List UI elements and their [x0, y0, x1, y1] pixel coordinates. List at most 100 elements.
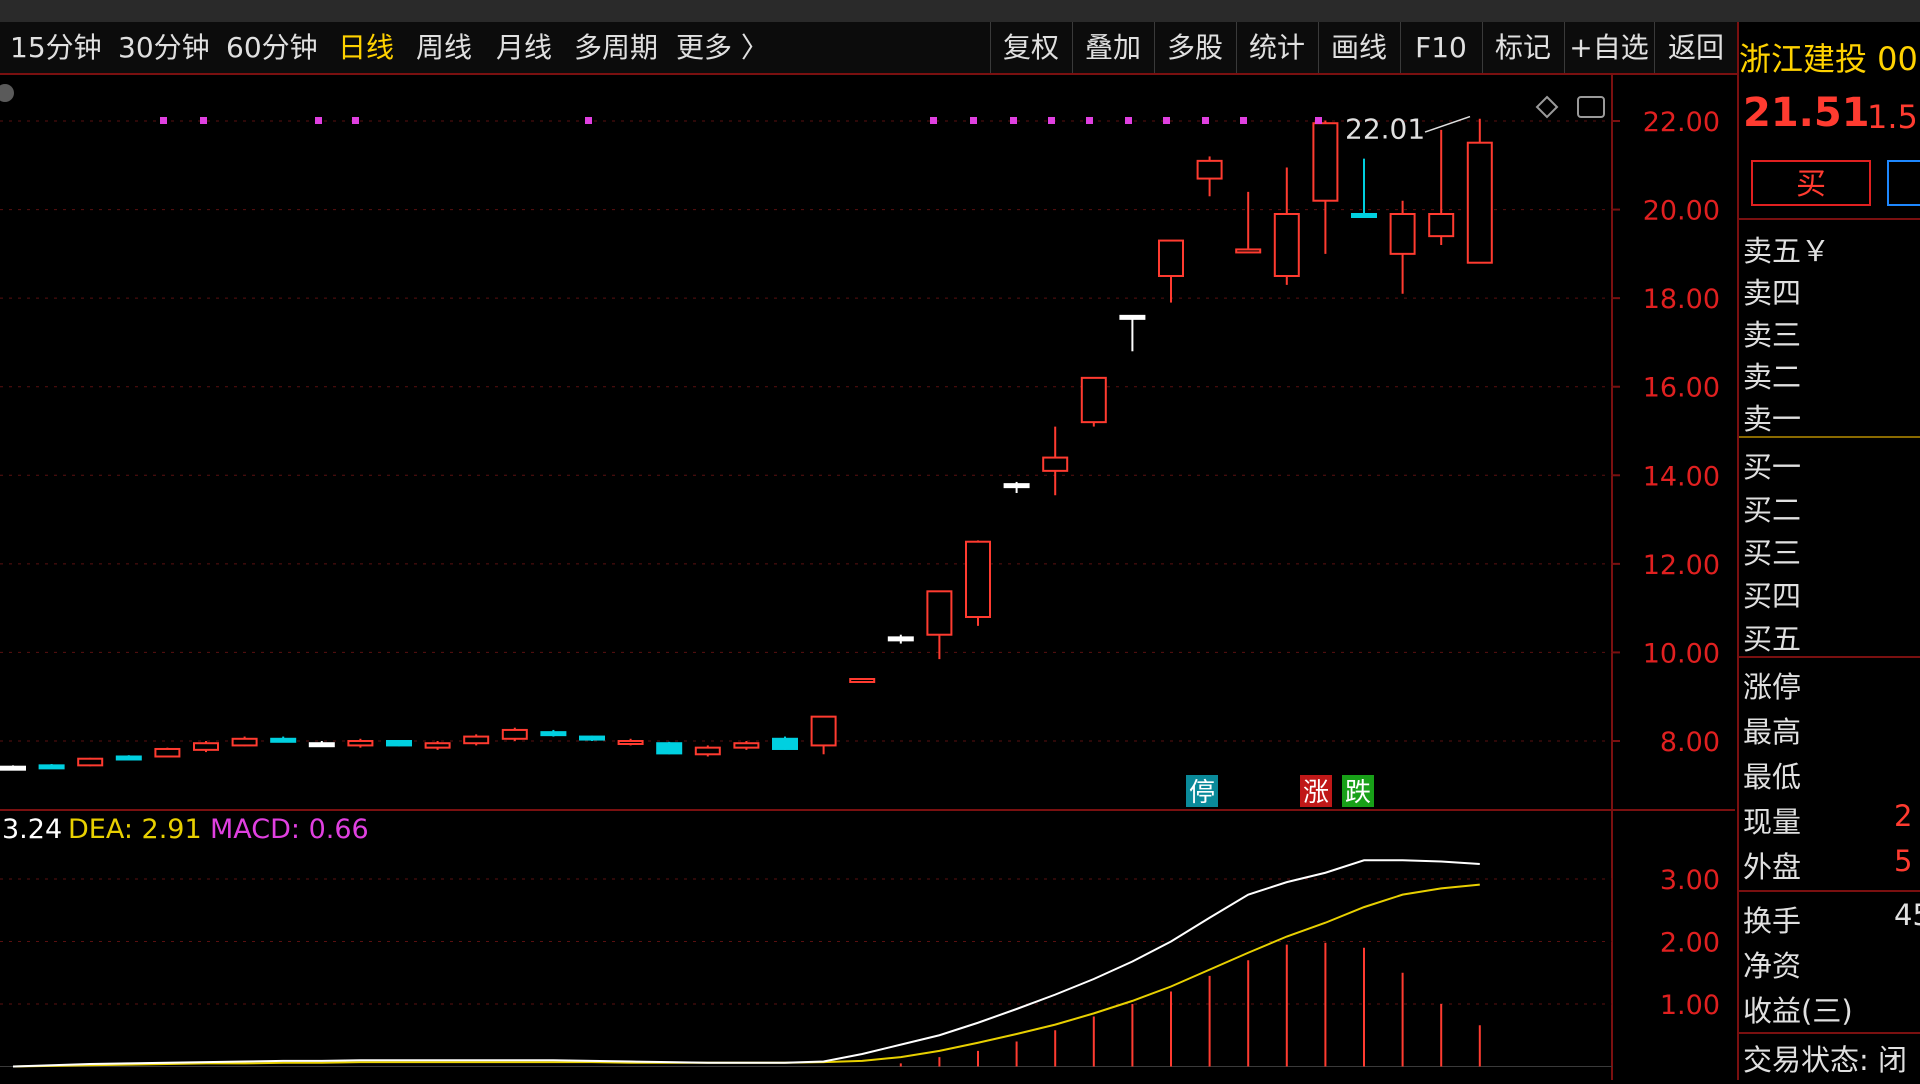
buy-level-4: 买四 [1743, 579, 1802, 613]
candle-body[interactable] [1312, 122, 1339, 202]
candle-body[interactable] [424, 742, 451, 749]
candle-body[interactable] [270, 737, 297, 743]
signal-dot [315, 117, 322, 124]
tab-4[interactable]: 周线 [416, 22, 472, 73]
signal-dot [160, 117, 167, 124]
candle-body[interactable] [463, 735, 490, 745]
candle-body[interactable] [1158, 239, 1184, 277]
sell-button[interactable] [1887, 160, 1920, 206]
divider [1739, 656, 1920, 658]
candle-body[interactable] [154, 747, 181, 758]
candle-body[interactable] [579, 735, 605, 741]
candle-body[interactable] [501, 728, 528, 740]
candle-body[interactable] [656, 742, 683, 755]
stop-marker: 停 [1189, 778, 1215, 808]
buy-button[interactable]: 买 [1751, 160, 1871, 206]
tool-button-4[interactable]: 画线 [1318, 22, 1399, 73]
candle-body[interactable] [849, 678, 876, 683]
tab-5[interactable]: 月线 [496, 22, 552, 73]
stat-row-4: 外盘 [1743, 850, 1802, 884]
candle-body[interactable] [540, 731, 567, 737]
candle-body[interactable] [1428, 213, 1455, 238]
dif-line [12, 859, 1480, 1068]
buy-level-3: 买三 [1743, 536, 1802, 570]
macd-label: MACD: 0.66 [210, 814, 369, 845]
candle-body[interactable] [694, 746, 721, 756]
signal-dot [1048, 117, 1055, 124]
tool-button-8[interactable]: 返回 [1654, 22, 1737, 73]
tab-1[interactable]: 30分钟 [118, 22, 210, 73]
candle-body[interactable] [1235, 248, 1262, 254]
tab-6[interactable]: 多周期 [574, 22, 658, 73]
candle-body[interactable] [1042, 456, 1069, 472]
max-price-arrow [1424, 115, 1471, 133]
sell-level-2: 卖二 [1743, 360, 1802, 394]
panel-toggle-icon[interactable] [1577, 96, 1605, 118]
tool-button-6[interactable]: 标记 [1482, 22, 1563, 73]
stat-row-2: 最低 [1743, 760, 1802, 794]
macd-tick-label: 3.00 [1660, 865, 1720, 896]
candle-body[interactable] [1351, 213, 1377, 218]
candle-body[interactable] [1196, 159, 1223, 180]
bid-ask-divider [1739, 436, 1920, 438]
candle-body[interactable] [386, 740, 412, 747]
signal-dot [1240, 117, 1247, 124]
candle-body[interactable] [1119, 314, 1146, 320]
signal-dot [930, 117, 937, 124]
candle-body[interactable] [1273, 213, 1300, 277]
candle-body[interactable] [1003, 483, 1030, 489]
dif-label: 3.24 [2, 814, 62, 845]
candle-body[interactable] [308, 742, 335, 748]
signal-dot [1315, 117, 1322, 124]
candle-body[interactable] [1389, 213, 1416, 255]
candle-body[interactable] [231, 737, 258, 747]
tool-button-0[interactable]: 复权 [990, 22, 1071, 73]
tab-0[interactable]: 15分钟 [10, 22, 102, 73]
settings-icon[interactable] [0, 84, 14, 102]
limit-up-marker: 涨 [1303, 778, 1329, 808]
candle-body[interactable] [38, 764, 65, 770]
extra-row-0-value: 45 [1894, 898, 1920, 932]
sell-level-4: 卖四 [1743, 276, 1802, 310]
signal-dot [970, 117, 977, 124]
tab-3[interactable]: 日线 [338, 22, 394, 73]
candle-body[interactable] [772, 737, 798, 750]
price-tick-label: 10.00 [1643, 638, 1720, 669]
candle-body[interactable] [193, 742, 219, 751]
last-price: 21.51 [1743, 90, 1870, 136]
tool-button-2[interactable]: 多股 [1154, 22, 1235, 73]
candle-body[interactable] [810, 715, 837, 747]
tool-button-3[interactable]: 统计 [1236, 22, 1317, 73]
candle-body[interactable] [77, 757, 104, 767]
stat-row-3: 现量 [1743, 805, 1802, 839]
diamond-icon[interactable] [1535, 95, 1559, 119]
sell-level-5: 卖五￥ [1743, 234, 1831, 268]
candle-body[interactable] [965, 540, 991, 619]
buy-level-2: 买二 [1743, 493, 1802, 527]
candle-body[interactable] [887, 636, 914, 642]
candle-body[interactable] [115, 755, 142, 761]
stat-row-0: 涨停 [1743, 670, 1802, 704]
tool-button-1[interactable]: 叠加 [1072, 22, 1153, 73]
candle-body[interactable] [617, 740, 644, 745]
tab-7[interactable]: 更多 〉 [676, 22, 769, 73]
candle-body[interactable] [347, 740, 374, 747]
candle-body[interactable] [0, 765, 26, 771]
signal-dot [1163, 117, 1170, 124]
price-tick-label: 12.00 [1643, 550, 1720, 581]
tool-button-7[interactable]: +自选 [1564, 22, 1653, 73]
candle-body[interactable] [926, 590, 953, 636]
candle-body[interactable] [1466, 141, 1493, 264]
extra-row-1: 净资 [1743, 949, 1802, 983]
quote-panel: 浙江建投 00 21.51 1.50 买 卖五￥ 卖四卖三卖二卖一买一买二买三买四… [1737, 22, 1920, 1080]
candle-body[interactable] [1080, 376, 1107, 424]
macd-tick-label: 2.00 [1660, 928, 1720, 959]
chart-area[interactable]: 22.00 20.00 18.00 16.00 14.00 12.00 10.00 8.00 2… [0, 75, 1735, 1080]
candle-body[interactable] [733, 742, 760, 749]
tab-2[interactable]: 60分钟 [226, 22, 318, 73]
kline-chart[interactable]: 22.00 20.00 18.00 16.00 14.00 12.00 10.00 8.00 2… [0, 75, 1735, 1080]
signal-dot [352, 117, 359, 124]
signal-dot [1086, 117, 1093, 124]
divider [1739, 218, 1920, 220]
tool-button-5[interactable]: F10 [1400, 22, 1481, 73]
